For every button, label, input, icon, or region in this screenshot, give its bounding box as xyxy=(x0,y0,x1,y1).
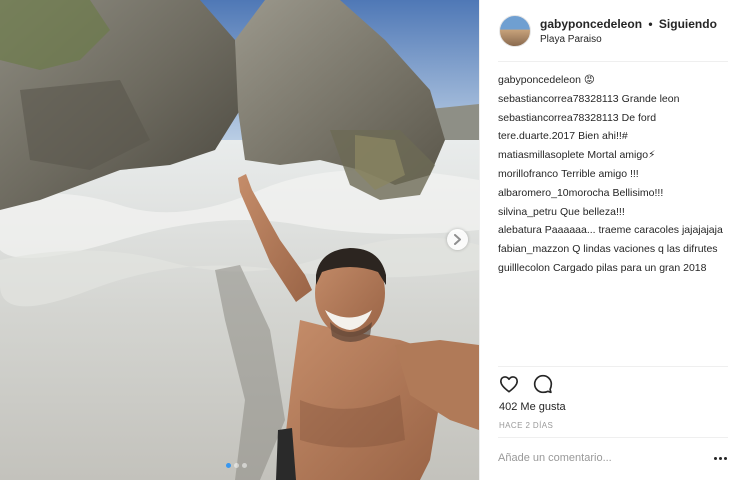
carousel-dot xyxy=(242,463,247,468)
comment-username[interactable]: sebastiancorrea78328113 xyxy=(498,112,619,124)
comment-text: 😡 xyxy=(583,74,595,86)
comment-item: sebastiancorrea78328113 Grande leon xyxy=(498,90,730,109)
comment-username[interactable]: gabyponcedeleon xyxy=(498,74,581,86)
comment-item: albaromero_10morocha Bellisimo!!! xyxy=(498,184,730,203)
header-separator: • xyxy=(648,17,653,31)
more-dot xyxy=(713,456,717,460)
carousel-dot xyxy=(234,463,239,468)
comment-username[interactable]: matiasmillasoplete xyxy=(498,149,584,161)
header-title-line: gabyponcedeleon • Siguiendo xyxy=(540,17,717,31)
comment-text: Bien ahi!!# xyxy=(578,130,628,143)
comment-username[interactable]: alebatura xyxy=(498,224,542,236)
comment-item: sebastiancorrea78328113 De ford xyxy=(498,109,730,128)
comment-item: guilllecolon Cargado pilas para un gran 2… xyxy=(498,259,730,278)
comment-username[interactable]: sebastiancorrea78328113 xyxy=(498,93,619,105)
add-comment-input[interactable] xyxy=(498,448,698,468)
comment-item: morillofranco Terrible amigo !!! xyxy=(498,165,730,184)
carousel-dot xyxy=(226,463,231,468)
comment-text: Mortal amigo⚡ xyxy=(587,149,656,162)
post-photo[interactable] xyxy=(0,0,479,480)
comment-text: Cargado pilas para un gran 2018 xyxy=(552,261,707,274)
comment-text: Q lindas vaciones q las difrutes xyxy=(572,242,718,255)
comment-text: Que belleza!!! xyxy=(559,205,625,218)
comment-text: Paaaaaa... traeme caracoles jajajajaja xyxy=(544,223,723,236)
comment-text: De ford xyxy=(621,111,657,124)
next-photo-button[interactable] xyxy=(447,229,468,250)
post-location[interactable]: Playa Paraiso xyxy=(540,34,602,45)
follow-status[interactable]: Siguiendo xyxy=(659,17,717,31)
comments-list: gabyponcedeleon 😡 sebastiancorrea78328113… xyxy=(498,71,730,278)
heart-icon xyxy=(500,376,519,393)
beach-selfie-image xyxy=(0,0,479,480)
comment-username[interactable]: morillofranco xyxy=(498,168,558,180)
post-details-panel: gabyponcedeleon • Siguiendo Playa Parais… xyxy=(479,0,745,480)
actions-divider xyxy=(498,366,728,367)
post-timestamp: HACE 2 DÍAS xyxy=(499,421,554,430)
comment-text: Bellisimo!!! xyxy=(612,186,664,199)
comment-item: silvina_petru Que belleza!!! xyxy=(498,203,730,222)
more-dot xyxy=(718,456,722,460)
likes-count[interactable]: 402 Me gusta xyxy=(499,401,566,413)
comment-item: gabyponcedeleon 😡 xyxy=(498,71,730,90)
header-username[interactable]: gabyponcedeleon xyxy=(540,17,642,31)
comment-box-divider xyxy=(498,437,728,438)
like-button[interactable] xyxy=(498,373,520,395)
carousel-indicator xyxy=(226,463,247,468)
comment-item: fabian_mazzon Q lindas vaciones q las dif… xyxy=(498,240,730,259)
post-header: gabyponcedeleon • Siguiendo Playa Parais… xyxy=(480,0,745,62)
header-divider xyxy=(498,61,728,62)
comment-bubble-icon xyxy=(533,374,553,394)
comment-item: matiasmillasoplete Mortal amigo⚡ xyxy=(498,146,730,165)
avatar[interactable] xyxy=(499,15,531,47)
comment-username[interactable]: albaromero_10morocha xyxy=(498,187,609,199)
action-bar xyxy=(498,373,554,395)
comment-item: tere.duarte.2017 Bien ahi!!# xyxy=(498,127,730,146)
comment-button[interactable] xyxy=(532,373,554,395)
chevron-right-icon xyxy=(454,234,461,245)
comment-text: Terrible amigo !!! xyxy=(561,167,639,180)
comment-username[interactable]: fabian_mazzon xyxy=(498,243,569,255)
comment-text: Grande leon xyxy=(621,92,680,105)
comment-username[interactable]: tere.duarte.2017 xyxy=(498,130,575,142)
comment-username[interactable]: silvina_petru xyxy=(498,206,557,218)
more-options-button[interactable] xyxy=(712,452,728,464)
more-dot xyxy=(723,456,727,460)
comment-item: alebatura Paaaaaa... traeme caracoles jaj… xyxy=(498,221,730,240)
comment-username[interactable]: guilllecolon xyxy=(498,262,550,274)
